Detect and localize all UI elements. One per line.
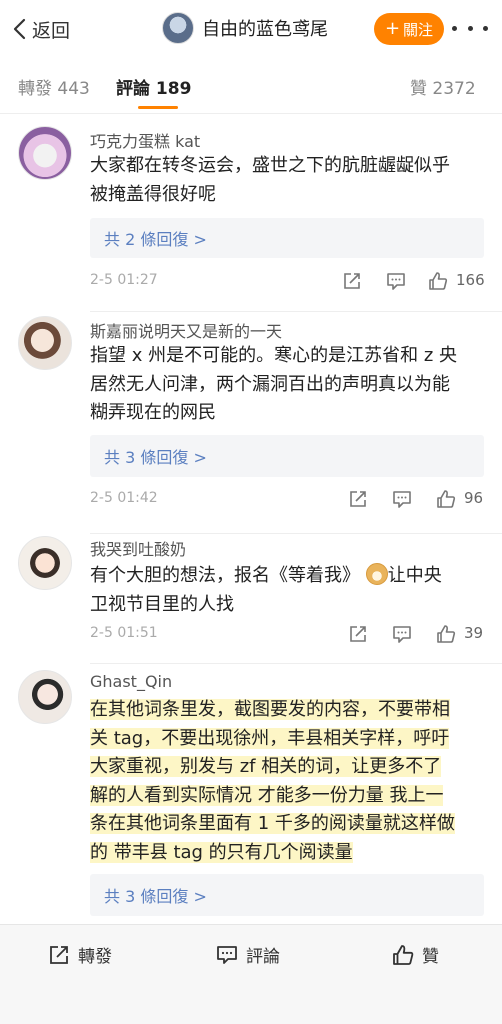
comment-line: 卫视节目里的人找 <box>90 593 234 615</box>
repost-label: 轉發 <box>78 947 112 967</box>
replies-link[interactable]: 共 3 條回復 > <box>90 435 484 477</box>
comment-line: 的 带丰县 tag 的只有几个阅读量 <box>90 839 496 868</box>
follow-button[interactable]: + 關注 <box>374 13 444 45</box>
comment-time: 2-5 01:51 <box>90 625 158 641</box>
plus-icon: + <box>384 18 401 39</box>
like-count: 166 <box>456 271 485 289</box>
tab-count: 2372 <box>432 79 476 99</box>
comment-username[interactable]: 斯嘉丽说明天又是新的一天 <box>90 318 282 342</box>
replies-link[interactable]: 共 3 條回復 > <box>90 874 484 916</box>
comment-icon[interactable] <box>392 489 412 509</box>
tab-count: 189 <box>155 79 192 99</box>
avatar[interactable] <box>18 126 72 180</box>
comment-username[interactable]: 巧克力蛋糕 kat <box>90 128 200 152</box>
comment-line-text: 让中央 <box>387 565 442 586</box>
highlighted-text: 的 带丰县 tag 的只有几个阅读量 <box>90 841 353 863</box>
doge-emoji <box>365 563 388 585</box>
comment-line-text: 有个大胆的想法，报名《等着我》 <box>90 565 360 586</box>
comment-line: 糊弄现在的网民 <box>90 402 216 423</box>
comment-item: 巧克力蛋糕 kat 大家都在转冬运会，盛世之下的肮脏龌龊似乎 被掩盖得很好呢 共… <box>0 114 502 312</box>
comment-item: 斯嘉丽说明天又是新的一天 指望 x 州是不可能的。寒心的是江苏省和 z 央 居然… <box>0 312 502 534</box>
comment-line: 被掩盖得很好呢 <box>90 183 216 205</box>
avatar[interactable] <box>18 536 72 590</box>
comment-username[interactable]: 我哭到吐酸奶 <box>90 536 186 560</box>
active-tab-indicator <box>138 106 178 109</box>
tab-count: 443 <box>57 79 90 99</box>
like-label: 贊 <box>422 947 439 967</box>
comment-icon <box>217 945 237 964</box>
comment-time: 2-5 01:27 <box>90 272 158 288</box>
tab-label: 評論 <box>116 79 150 99</box>
highlighted-text: 解的人看到实际情况 才能多一份力量 我上一 <box>90 784 444 806</box>
more-dots-icon[interactable] <box>452 18 488 38</box>
like-button[interactable]: 贊 <box>392 942 439 967</box>
follow-label: 關注 <box>403 20 434 39</box>
back-button[interactable]: 返回 <box>12 15 70 43</box>
comment-icon[interactable] <box>386 271 406 291</box>
comment-icon[interactable] <box>392 624 412 644</box>
highlighted-text: 在其他词条里发，截图要发的内容，不要带相 <box>90 699 450 720</box>
highlighted-text: 大家重视，别发与 zf 相关的词，让更多不了 <box>90 756 442 777</box>
comment-line: 大家都在转冬运会，盛世之下的肮脏龌龊似乎 <box>90 155 450 176</box>
comment-label: 評論 <box>246 947 280 967</box>
comment-line: 有个大胆的想法，报名《等着我》 让中央 <box>90 562 490 591</box>
like-icon[interactable] <box>428 271 448 291</box>
avatar[interactable] <box>18 670 72 724</box>
comment-text: 指望 x 州是不可能的。寒心的是江苏省和 z 央 居然无人问津，两个漏洞百出的声… <box>90 342 490 428</box>
comment-item: Ghast_Qin 在其他词条里发，截图要发的内容，不要带相 关 tag，不要出… <box>0 664 502 922</box>
share-icon[interactable] <box>348 624 368 644</box>
comment-line: 大家重视，别发与 zf 相关的词，让更多不了 <box>90 753 496 782</box>
comment-line: 条在其他词条里面有 1 千多的阅读量就这样做 <box>90 810 496 839</box>
share-icon[interactable] <box>348 489 368 509</box>
chevron-left-icon <box>13 18 26 40</box>
comment-text: 大家都在转冬运会，盛世之下的肮脏龌龊似乎 被掩盖得很好呢 <box>90 152 490 209</box>
tab-reposts[interactable]: 轉發 443 <box>18 74 90 99</box>
like-icon[interactable] <box>436 624 456 644</box>
like-icon <box>393 944 414 965</box>
comment-line: 关 tag，不要出现徐州，丰县相关字样，呼吁 <box>90 725 496 754</box>
replies-link[interactable]: 共 2 條回復 > <box>90 218 484 258</box>
avatar[interactable] <box>18 316 72 370</box>
top-nav-bar: 返回 自由的蓝色鸢尾 + 關注 <box>0 0 502 58</box>
comment-button[interactable]: 評論 <box>216 942 280 967</box>
comment-text: 有个大胆的想法，报名《等着我》 让中央 卫视节目里的人找 <box>90 562 490 619</box>
comment-line: 在其他词条里发，截图要发的内容，不要带相 <box>90 696 496 725</box>
comment-line: 居然无人问津，两个漏洞百出的声明真以为能 <box>90 373 450 395</box>
tab-label: 贊 <box>410 79 427 99</box>
comment-text: 在其他词条里发，截图要发的内容，不要带相 关 tag，不要出现徐州，丰县相关字样… <box>90 696 496 867</box>
comment-line: 解的人看到实际情况 才能多一份力量 我上一 <box>90 782 496 811</box>
share-icon[interactable] <box>342 271 362 291</box>
tab-label: 轉發 <box>18 79 52 99</box>
like-count: 96 <box>464 489 484 507</box>
repost-button[interactable]: 轉發 <box>48 942 112 967</box>
share-icon <box>50 945 68 964</box>
author-avatar[interactable] <box>162 12 194 44</box>
comment-time: 2-5 01:42 <box>90 490 158 506</box>
tab-comments[interactable]: 評論 189 <box>116 74 191 99</box>
back-label: 返回 <box>32 19 71 42</box>
like-icon[interactable] <box>436 489 456 509</box>
page-title: 自由的蓝色鸢尾 <box>202 19 328 40</box>
comment-item: 我哭到吐酸奶 有个大胆的想法，报名《等着我》 让中央 卫视节目里的人找 2-5 … <box>0 534 502 664</box>
tab-likes[interactable]: 贊 2372 <box>410 74 476 99</box>
like-count: 39 <box>464 624 484 642</box>
page-header[interactable]: 自由的蓝色鸢尾 <box>162 12 328 44</box>
comment-username[interactable]: Ghast_Qin <box>90 672 172 691</box>
bottom-action-bar: 轉發 評論 贊 <box>0 924 502 1024</box>
highlighted-text: 条在其他词条里面有 1 千多的阅读量就这样做 <box>90 813 455 834</box>
highlighted-text: 关 tag，不要出现徐州，丰县相关字样，呼吁 <box>90 727 450 749</box>
tab-bar: 轉發 443 評論 189 贊 2372 <box>0 58 502 114</box>
comment-line: 指望 x 州是不可能的。寒心的是江苏省和 z 央 <box>90 345 457 366</box>
